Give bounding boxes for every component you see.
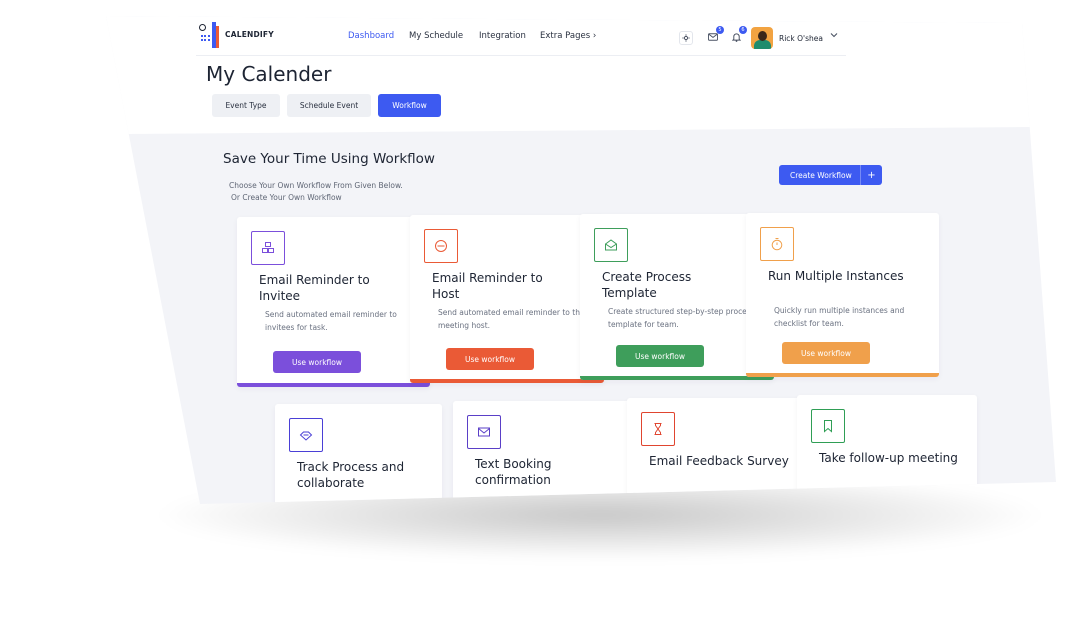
workflow-card-create-process-template[interactable]: Create Process Template Create structure… (580, 214, 774, 380)
section-subtitle-line-2: Or Create Your Own Workflow (231, 193, 342, 202)
use-workflow-button[interactable]: Use workflow (273, 351, 361, 373)
create-workflow-button[interactable]: Create Workflow + (779, 165, 882, 185)
tab-event-type[interactable]: Event Type (212, 94, 280, 117)
card-accent-bar (410, 379, 604, 383)
mail-icon[interactable]: 5 (706, 26, 724, 44)
card-title: Track Process and collaborate (297, 460, 405, 490)
card-description: Create structured step-by-step process t… (608, 307, 755, 329)
section-subtitle-line-1: Choose Your Own Workflow From Given Belo… (229, 181, 403, 190)
bell-icon[interactable]: 6 (729, 26, 747, 44)
app-name: CALENDIFY (225, 30, 274, 39)
card-accent-bar (746, 373, 939, 377)
logo[interactable]: CALENDIFY (198, 22, 274, 48)
tab-workflow[interactable]: Workflow (378, 94, 441, 117)
at-sign-icon (424, 229, 458, 263)
use-workflow-button[interactable]: Use workflow (782, 342, 870, 364)
settings-icon[interactable] (679, 31, 693, 45)
section-title: Save Your Time Using Workflow (223, 151, 435, 167)
card-accent-bar (237, 383, 430, 387)
notifications-badge: 6 (739, 26, 747, 34)
nav-my-schedule[interactable]: My Schedule (409, 31, 463, 41)
card-description: Send automated email reminder to invitee… (265, 310, 397, 332)
open-envelope-icon (594, 228, 628, 262)
bookmark-icon (811, 409, 845, 443)
handshake-icon (289, 418, 323, 452)
card-description: Send automated email reminder to the mee… (438, 308, 585, 330)
workflow-card-email-reminder-host[interactable]: Email Reminder to Host Send automated em… (410, 215, 604, 383)
user-name[interactable]: Rick O'shea (779, 34, 823, 43)
card-title: Take follow-up meeting (819, 451, 958, 465)
top-header-area (106, 16, 1032, 134)
logo-mark-icon (198, 22, 220, 48)
card-title: Email Feedback Survey (649, 454, 789, 468)
avatar[interactable] (751, 27, 773, 49)
tab-schedule-event[interactable]: Schedule Event (287, 94, 371, 117)
messages-badge: 5 (716, 26, 724, 34)
stage: CALENDIFY Dashboard My Schedule Integrat… (0, 0, 1085, 643)
nav-dashboard[interactable]: Dashboard (348, 31, 394, 41)
card-title: Email Reminder to Host (432, 271, 543, 301)
chevron-down-icon[interactable] (830, 31, 838, 41)
page-title: My Calender (206, 62, 332, 86)
card-title: Create Process Template (602, 270, 692, 300)
mail-icon (467, 415, 501, 449)
create-workflow-label: Create Workflow (790, 170, 852, 180)
hourglass-icon (641, 412, 675, 446)
nav-integration[interactable]: Integration (479, 31, 526, 41)
card-title: Email Reminder to Invitee (259, 273, 370, 303)
cubes-icon (251, 231, 285, 265)
workflow-card-run-multiple-instances[interactable]: Run Multiple Instances Quickly run multi… (746, 213, 939, 377)
nav-extra-pages[interactable]: Extra Pages › (540, 31, 596, 41)
card-description: Quickly run multiple instances and check… (774, 306, 905, 328)
card-accent-bar (580, 376, 774, 380)
card-title: Text Booking confirmation (475, 457, 552, 487)
workflow-card-email-reminder-invitee[interactable]: Email Reminder to Invitee Send automated… (237, 217, 430, 387)
plus-icon: + (860, 165, 882, 185)
stopwatch-icon (760, 227, 794, 261)
card-title: Run Multiple Instances (768, 269, 904, 283)
use-workflow-button[interactable]: Use workflow (616, 345, 704, 367)
header-divider (196, 55, 846, 56)
use-workflow-button[interactable]: Use workflow (446, 348, 534, 370)
